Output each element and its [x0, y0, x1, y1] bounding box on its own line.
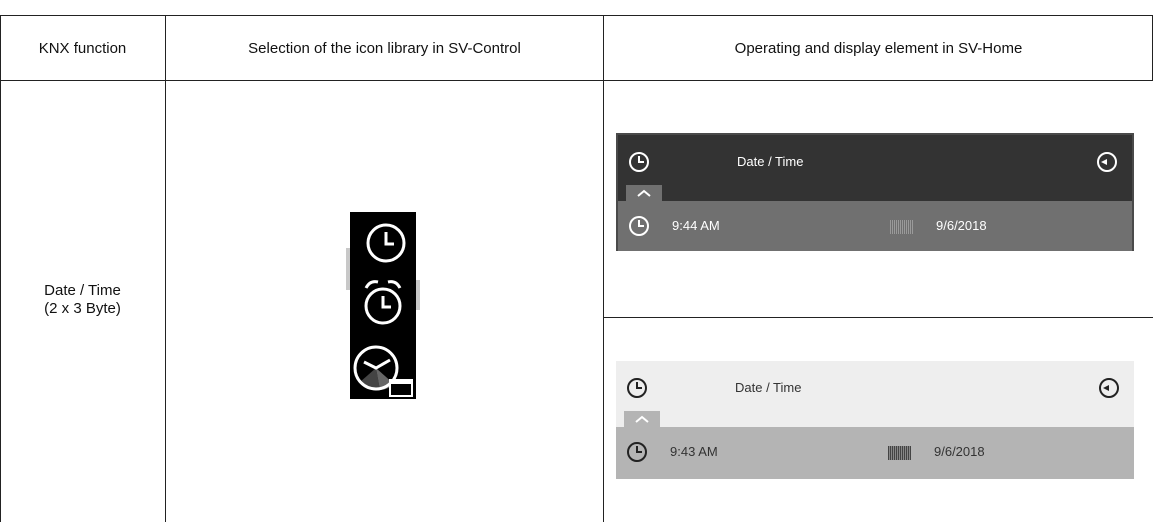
clock-icon — [366, 223, 406, 263]
expand-tab[interactable] — [624, 411, 660, 428]
clock-icon — [629, 216, 649, 236]
widget-value-row: 9:44 AM 9/6/2018 — [618, 201, 1132, 251]
date-time-widget-dark[interactable]: Date / Time 9:44 AM 9/6/2018 — [616, 133, 1134, 251]
cell-divider — [603, 317, 1153, 318]
settings-dial-icon[interactable] — [1098, 377, 1120, 399]
knx-function-name: Date / Time — [44, 282, 121, 299]
widget-title: Date / Time — [735, 380, 802, 395]
clock-icon — [629, 152, 649, 172]
column-divider-1 — [165, 15, 166, 522]
date-value: 9/6/2018 — [936, 218, 987, 233]
widget-header: Date / Time — [618, 135, 1132, 190]
widget-value-row: 9:43 AM 9/6/2018 — [616, 427, 1134, 479]
clock-icon — [627, 442, 647, 462]
settings-dial-icon[interactable] — [1096, 151, 1118, 173]
header-knx-function: KNX function — [38, 39, 127, 57]
calendar-icon — [888, 446, 911, 460]
clock-calendar-icon — [353, 345, 413, 397]
header-icon-library: Selection of the icon library in SV-Cont… — [248, 39, 521, 57]
icon-library-strip — [346, 212, 420, 399]
calendar-icon — [890, 220, 913, 234]
chevron-up-icon — [635, 415, 649, 423]
time-value: 9:44 AM — [672, 218, 720, 233]
knx-function-size: (2 x 3 Byte) — [44, 300, 121, 317]
expand-tab[interactable] — [626, 185, 662, 202]
strip-side-bar — [416, 280, 420, 310]
widget-title: Date / Time — [737, 154, 804, 169]
date-value: 9/6/2018 — [934, 444, 985, 459]
header-operating-element: Operating and display element in SV-Home — [734, 39, 1023, 57]
clock-icon — [627, 378, 647, 398]
date-time-widget-light[interactable]: Date / Time 9:43 AM 9/6/2018 — [616, 361, 1134, 479]
time-value: 9:43 AM — [670, 444, 718, 459]
knx-function-cell: Date / Time (2 x 3 Byte) — [0, 282, 165, 318]
table-header-bottom-border — [0, 80, 1153, 81]
alarm-clock-icon — [364, 280, 402, 325]
column-divider-2 — [603, 15, 604, 522]
table-left-border — [0, 15, 1, 522]
widget-header: Date / Time — [616, 361, 1134, 416]
chevron-up-icon — [637, 189, 651, 197]
